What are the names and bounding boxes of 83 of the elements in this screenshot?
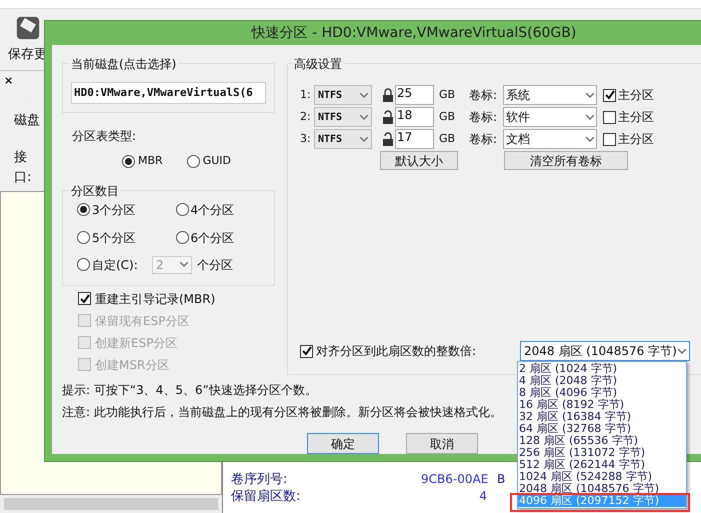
caret-icon bbox=[586, 92, 594, 98]
radio-label[interactable]: 4个分区 bbox=[190, 200, 234, 218]
caret-icon bbox=[678, 348, 686, 354]
checkbox[interactable] bbox=[78, 292, 91, 305]
filesystem-select[interactable]: NTFS bbox=[314, 107, 372, 127]
radio-button[interactable] bbox=[77, 203, 90, 216]
dropdown-option[interactable]: 16 扇区 (8192 字节) bbox=[518, 399, 686, 411]
size-field[interactable]: 25 bbox=[395, 85, 434, 105]
caret-icon bbox=[586, 114, 594, 120]
filesystem-select[interactable]: NTFS bbox=[314, 85, 372, 105]
dropdown-option[interactable]: 1024 扇区 (524288 字节) bbox=[518, 471, 686, 483]
unlocked-icon[interactable] bbox=[382, 132, 394, 146]
volume-select[interactable]: 系统 bbox=[503, 85, 597, 105]
default-size-button[interactable]: 默认大小 bbox=[380, 151, 458, 170]
caret-icon bbox=[586, 136, 594, 142]
size-field[interactable]: 18 bbox=[395, 107, 434, 127]
caret-icon bbox=[180, 262, 188, 267]
radio-label[interactable]: MBR bbox=[138, 153, 163, 170]
unit-label: GB bbox=[439, 86, 456, 103]
checkbox-label[interactable]: 重建主引导记录(MBR) bbox=[95, 290, 216, 308]
side-label: 磁盘 bbox=[14, 112, 41, 130]
dropdown-option[interactable]: 32 扇区 (16384 字节) bbox=[518, 411, 686, 423]
dropdown-option[interactable]: 64 扇区 (32768 字节) bbox=[518, 423, 686, 435]
radio-button[interactable] bbox=[122, 154, 135, 168]
radio-button[interactable] bbox=[176, 231, 188, 244]
clear-labels-button[interactable]: 清空所有卷标 bbox=[504, 151, 628, 170]
checkbox[interactable] bbox=[603, 88, 616, 102]
checkbox-label[interactable]: 对齐分区到此扇区数的整数倍: bbox=[316, 342, 520, 360]
caret-icon bbox=[360, 92, 368, 98]
radio-label[interactable]: GUID bbox=[202, 153, 231, 170]
dropdown-option[interactable]: 4 扇区 (2048 字节) bbox=[518, 375, 686, 387]
info-value: B bbox=[497, 471, 506, 488]
side-label: 接口: bbox=[14, 149, 32, 186]
caret-icon bbox=[360, 136, 368, 142]
checkbox[interactable] bbox=[300, 344, 313, 358]
info-value: 9CB6-00AE bbox=[421, 471, 487, 488]
radio-button[interactable] bbox=[77, 231, 90, 244]
window-title: 快速分区 - HD0:VMware,VMwareVirtualS(60GB) bbox=[252, 24, 576, 42]
dropdown-option[interactable]: 8 扇区 (4096 字节) bbox=[518, 387, 686, 399]
info-value: 4 bbox=[478, 488, 487, 505]
checkbox[interactable] bbox=[603, 132, 616, 146]
checkbox-label[interactable]: 主分区 bbox=[618, 108, 654, 126]
volume-select[interactable]: 文档 bbox=[503, 129, 597, 149]
dropdown-option[interactable]: 128 扇区 (65536 字节) bbox=[518, 435, 686, 447]
dropdown-option[interactable]: 2 扇区 (1024 字节) bbox=[518, 363, 686, 375]
section-label: 分区表类型: bbox=[72, 128, 138, 145]
field-label: 卷标: bbox=[469, 131, 498, 148]
radio-button[interactable] bbox=[176, 203, 188, 216]
radio-label[interactable]: 3个分区 bbox=[92, 200, 136, 218]
radio-label[interactable]: 5个分区 bbox=[92, 228, 136, 246]
unit-label: GB bbox=[439, 130, 456, 147]
close-icon[interactable]: × bbox=[4, 73, 44, 90]
size-field[interactable]: 17 bbox=[395, 129, 434, 149]
unlocked-icon[interactable] bbox=[382, 110, 394, 124]
dropdown-option[interactable]: 256 扇区 (131072 字节) bbox=[518, 447, 686, 459]
alignment-select[interactable]: 2048 扇区 (1048576 字节) bbox=[520, 341, 690, 361]
field-label: 卷标: bbox=[469, 109, 498, 126]
checkbox-label[interactable]: 主分区 bbox=[618, 86, 654, 104]
caret-icon bbox=[360, 114, 368, 120]
lock-icon[interactable] bbox=[382, 88, 394, 102]
ok-button[interactable]: 确定 bbox=[307, 433, 379, 454]
unit-label: 个分区 bbox=[197, 256, 233, 274]
note-text: 提示: 可按下“3、4、5、6”快速选择分区个数。 bbox=[62, 382, 318, 399]
checkbox-label[interactable]: 主分区 bbox=[618, 130, 654, 148]
row-index: 1: bbox=[300, 86, 312, 103]
note-text: 注意: 此功能执行后，当前磁盘上的现有分区将被删除。新分区将会被快速格式化。 bbox=[62, 404, 503, 421]
radio-button[interactable] bbox=[186, 154, 200, 168]
save-icon[interactable] bbox=[14, 14, 40, 40]
dropdown-option[interactable]: 512 扇区 (262144 字节) bbox=[518, 459, 686, 471]
field-label: 卷标: bbox=[469, 87, 498, 104]
disk-field[interactable]: HD0:VMware,VMwareVirtualS(6 bbox=[71, 82, 266, 104]
info-label: 卷序列号: bbox=[231, 471, 288, 488]
group-title: 当前磁盘(点击选择) bbox=[69, 55, 178, 73]
dropdown-option[interactable]: 2048 扇区 (1048576 字节) bbox=[518, 483, 686, 495]
filesystem-select[interactable]: NTFS bbox=[314, 129, 372, 149]
info-label: 保留扇区数: bbox=[231, 488, 302, 505]
row-index: 2: bbox=[300, 108, 312, 125]
row-index: 3: bbox=[300, 130, 312, 147]
unit-label: GB bbox=[439, 108, 456, 125]
cancel-button[interactable]: 取消 bbox=[406, 433, 478, 454]
radio-label[interactable]: 6个分区 bbox=[190, 228, 234, 246]
checkbox[interactable] bbox=[603, 110, 616, 124]
volume-select[interactable]: 软件 bbox=[503, 107, 597, 127]
